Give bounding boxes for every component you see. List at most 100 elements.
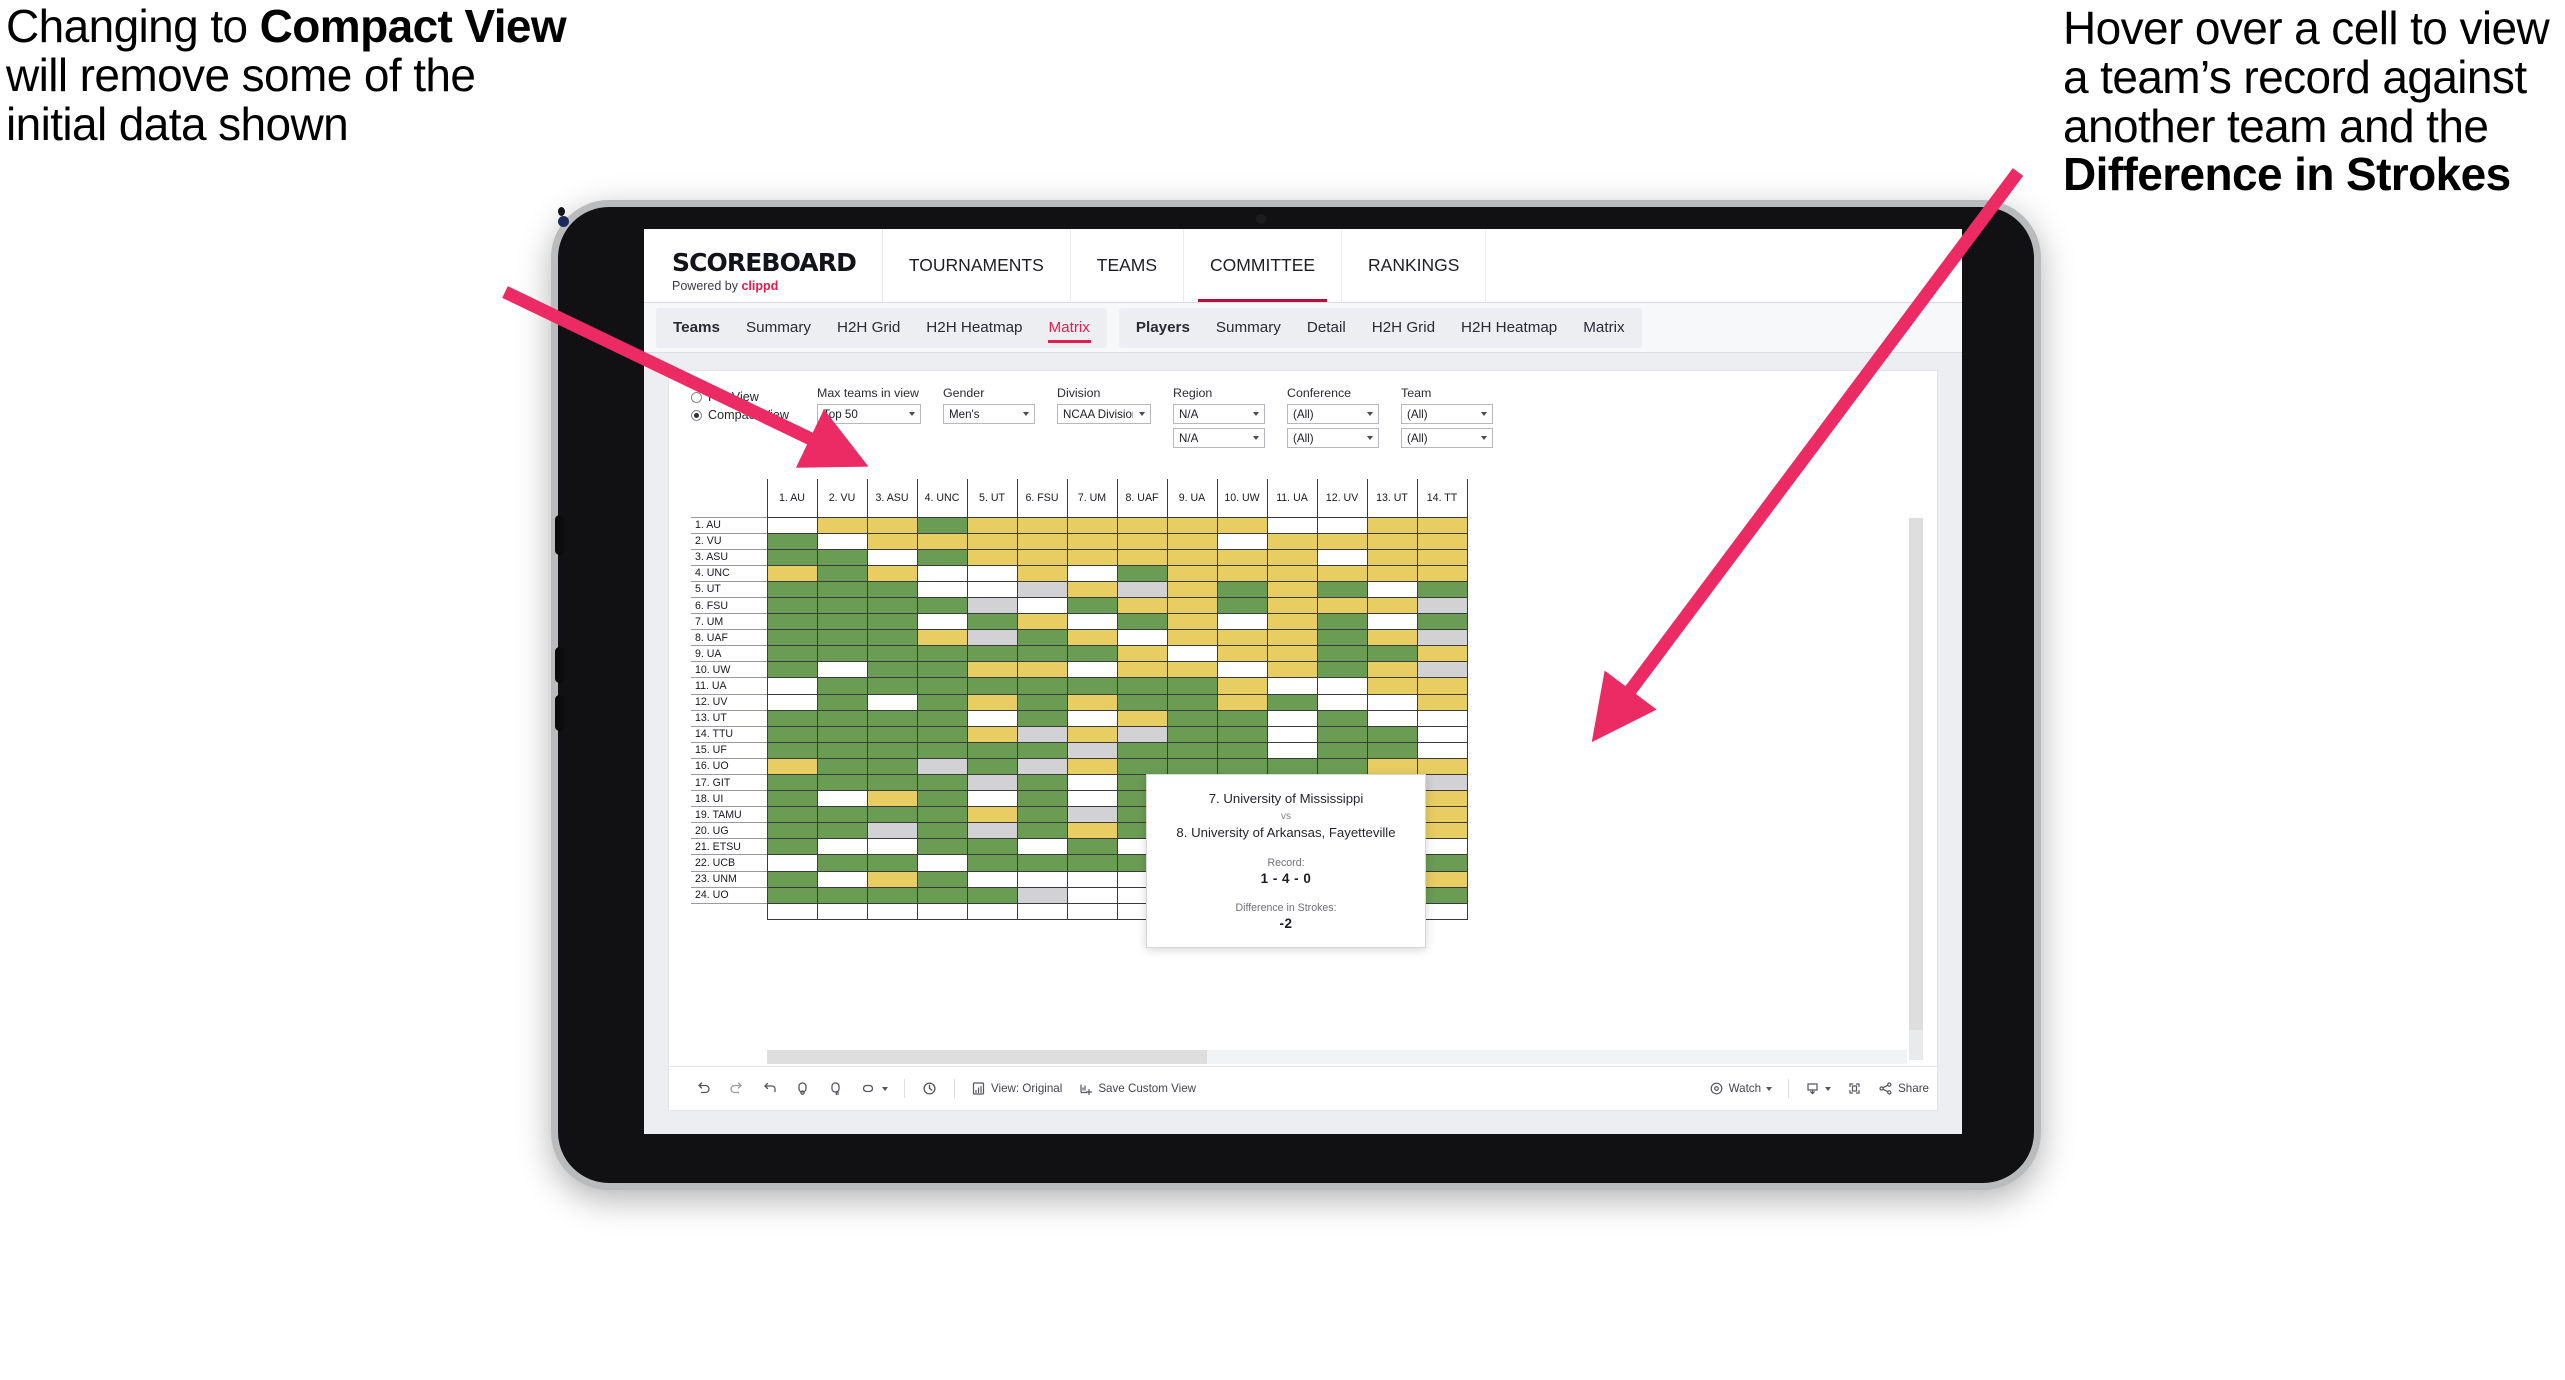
revert-button[interactable] (753, 1074, 786, 1104)
matrix-cell[interactable] (1016, 548, 1068, 566)
matrix-cell[interactable] (866, 629, 918, 647)
subtab-teams[interactable]: Teams (660, 308, 733, 348)
matrix-cell[interactable] (816, 870, 868, 888)
matrix-cell[interactable] (1266, 709, 1318, 727)
matrix-cell[interactable] (1216, 516, 1268, 534)
matrix-cell[interactable] (1316, 757, 1368, 776)
matrix-cell[interactable] (1016, 838, 1068, 856)
subtab-players-detail[interactable]: Detail (1294, 308, 1359, 348)
matrix-cell[interactable] (866, 661, 918, 679)
matrix-cell[interactable] (1066, 790, 1118, 808)
matrix-cell[interactable] (966, 870, 1018, 888)
matrix-cell[interactable] (1116, 596, 1168, 615)
matrix-cell[interactable] (1066, 661, 1118, 679)
matrix-cell[interactable] (816, 757, 868, 776)
matrix-cell[interactable] (816, 693, 868, 711)
matrix-cell[interactable] (916, 822, 968, 840)
matrix-cell[interactable] (866, 773, 918, 792)
matrix-cell[interactable] (1166, 645, 1218, 663)
matrix-cell[interactable] (1366, 629, 1418, 647)
matrix-cell[interactable] (1116, 661, 1168, 679)
matrix-cell[interactable] (1216, 548, 1268, 566)
matrix-cell[interactable] (1066, 629, 1118, 647)
matrix-cell[interactable] (816, 838, 868, 856)
matrix-cell[interactable] (1316, 596, 1368, 615)
matrix-cell[interactable] (1316, 661, 1368, 679)
matrix-cell[interactable] (1066, 709, 1118, 727)
subtab-teams-summary[interactable]: Summary (733, 308, 824, 348)
matrix-cell[interactable] (916, 516, 968, 534)
matrix-cell[interactable] (966, 902, 1018, 920)
matrix-cell[interactable] (866, 596, 918, 615)
filter-conference-select-2[interactable]: (All) (1287, 428, 1379, 448)
filter-team-select-2[interactable]: (All) (1401, 428, 1493, 448)
matrix-cell[interactable] (1366, 693, 1418, 711)
matrix-cell[interactable] (766, 725, 818, 743)
matrix-cell[interactable] (1066, 773, 1118, 792)
matrix-cell[interactable] (1016, 613, 1068, 631)
nav-tab-tournaments[interactable]: TOURNAMENTS (883, 229, 1071, 302)
matrix-cell[interactable] (1266, 645, 1318, 663)
matrix-cell[interactable] (966, 790, 1018, 808)
matrix-cell[interactable] (1116, 677, 1168, 695)
matrix-cell[interactable] (1366, 613, 1418, 631)
matrix-cell[interactable] (1266, 613, 1318, 631)
subtab-players-h2h-heatmap[interactable]: H2H Heatmap (1448, 308, 1570, 348)
matrix-cell[interactable] (1066, 596, 1118, 615)
matrix-cell[interactable] (816, 822, 868, 840)
matrix-cell[interactable] (966, 854, 1018, 872)
matrix-cell[interactable] (816, 661, 868, 679)
matrix-cell[interactable] (1116, 741, 1168, 759)
matrix-cell[interactable] (1016, 822, 1068, 840)
matrix-cell[interactable] (916, 854, 968, 872)
matrix-cell[interactable] (1016, 806, 1068, 824)
matrix-cell[interactable] (1166, 548, 1218, 566)
matrix-cell[interactable] (966, 548, 1018, 566)
matrix-cell[interactable] (816, 580, 868, 598)
matrix-cell[interactable] (816, 886, 868, 904)
matrix-cell[interactable] (1366, 709, 1418, 727)
matrix-cell[interactable] (916, 886, 968, 904)
matrix-cell[interactable] (816, 902, 868, 920)
filter-region-select-2[interactable]: N/A (1173, 428, 1265, 448)
matrix-cell[interactable] (1366, 661, 1418, 679)
matrix-cell[interactable] (916, 773, 968, 792)
matrix-cell[interactable] (1266, 596, 1318, 615)
matrix-cell[interactable] (766, 773, 818, 792)
matrix-cell[interactable] (1116, 548, 1168, 566)
matrix-cell[interactable] (1266, 564, 1318, 582)
matrix-cell[interactable] (1266, 741, 1318, 759)
redo-button[interactable] (720, 1074, 753, 1104)
matrix-cell[interactable] (766, 596, 818, 615)
matrix-cell[interactable] (1366, 596, 1418, 615)
matrix-cell[interactable] (866, 564, 918, 582)
matrix-cell[interactable] (966, 677, 1018, 695)
matrix-cell[interactable] (1066, 902, 1118, 920)
matrix-cell[interactable] (816, 854, 868, 872)
matrix-cell[interactable] (1216, 661, 1268, 679)
matrix-cell[interactable] (1266, 532, 1318, 550)
matrix-cell[interactable] (1166, 564, 1218, 582)
matrix-cell[interactable] (1116, 693, 1168, 711)
matrix-cell[interactable] (916, 693, 968, 711)
matrix-cell[interactable] (1216, 725, 1268, 743)
matrix-cell[interactable] (766, 532, 818, 550)
matrix-cell[interactable] (866, 677, 918, 695)
matrix-cell[interactable] (866, 613, 918, 631)
matrix-cell[interactable] (1316, 532, 1368, 550)
matrix-cell[interactable] (1066, 564, 1118, 582)
matrix-cell[interactable] (1366, 564, 1418, 582)
matrix-cell[interactable] (1316, 709, 1368, 727)
matrix-cell[interactable] (1316, 613, 1368, 631)
matrix-cell[interactable] (966, 725, 1018, 743)
matrix-cell[interactable] (1216, 645, 1268, 663)
matrix-cell[interactable] (1216, 709, 1268, 727)
matrix-cell[interactable] (816, 564, 868, 582)
matrix-vertical-scrollbar[interactable] (1909, 518, 1923, 1060)
matrix-cell[interactable] (816, 806, 868, 824)
matrix-cell[interactable] (1216, 629, 1268, 647)
matrix-cell[interactable] (1316, 516, 1368, 534)
matrix-cell[interactable] (1216, 580, 1268, 598)
matrix-cell[interactable] (1016, 532, 1068, 550)
matrix-cell[interactable] (1066, 580, 1118, 598)
